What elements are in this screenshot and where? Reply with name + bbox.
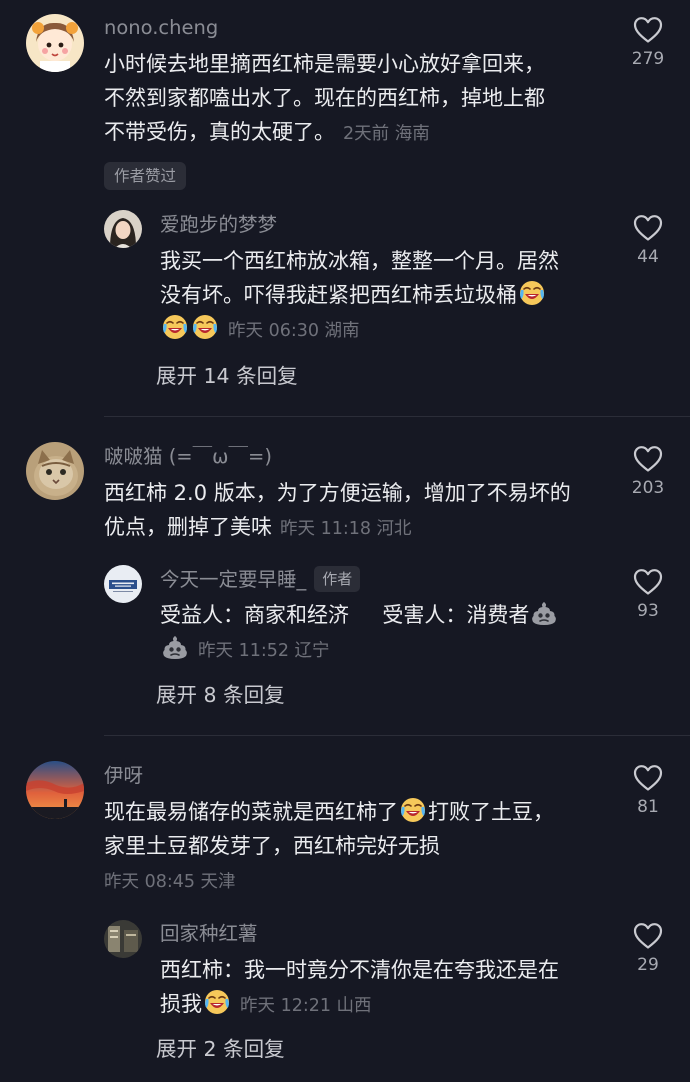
comment-meta: 昨天 11:18 河北 [280, 519, 412, 539]
avatar[interactable] [26, 14, 84, 72]
like-button[interactable]: 279 [606, 16, 690, 69]
username[interactable]: 回家种红薯 [160, 921, 258, 947]
comment-line: 打败了土豆， [428, 800, 554, 824]
username[interactable]: nono.cheng [104, 15, 218, 41]
avatar[interactable] [104, 210, 142, 248]
like-button[interactable]: 203 [606, 445, 690, 498]
reply-text: 西红柿：我一时竟分不清你是在夸我还是在 损我 昨天 12:21 山西 [160, 953, 559, 1023]
like-button[interactable]: 81 [606, 764, 690, 817]
like-count: 93 [637, 601, 659, 621]
like-button[interactable]: 44 [606, 214, 690, 267]
reply-line: 我买一个西红柿放冰箱，整整一个月。居然 [160, 249, 559, 273]
like-button[interactable]: 29 [606, 922, 690, 975]
username[interactable]: 啵啵猫 (=￣ω￣=) [104, 444, 272, 470]
reply-line: 受益人：商家和经济 受害人：消费者 [160, 603, 530, 627]
expand-replies-button[interactable]: 展开 14 条回复 [156, 361, 298, 391]
comment-meta: 2天前 海南 [343, 124, 430, 144]
avatar[interactable] [26, 761, 84, 819]
comment-line: 现在最易储存的菜就是西红柿了 [104, 800, 398, 824]
username[interactable]: 今天一定要早睡_ 作者 [160, 566, 361, 593]
divider [104, 416, 690, 417]
comment-meta: 昨天 08:45 天津 [104, 872, 236, 892]
crying-laugh-emoji-icon [191, 313, 219, 341]
comment-line: 优点，删掉了美味 [104, 515, 272, 539]
comment-line: 不然到家都嗑出水了。现在的西红柿，掉地上都 [104, 86, 545, 110]
reply-line: 损我 [160, 992, 202, 1016]
comment-line: 不带受伤，真的太硬了。 [104, 120, 335, 144]
reply-meta: 昨天 11:52 辽宁 [198, 641, 330, 661]
heart-outline-icon[interactable] [633, 764, 663, 792]
like-button[interactable]: 93 [606, 568, 690, 621]
comment-line: 西红柿 2.0 版本，为了方便运输，增加了不易坏的 [104, 481, 571, 505]
avatar[interactable] [26, 442, 84, 500]
like-count: 279 [631, 49, 665, 69]
heart-outline-icon[interactable] [633, 445, 663, 473]
comment-text: 西红柿 2.0 版本，为了方便运输，增加了不易坏的 优点，删掉了美味 昨天 11:… [104, 476, 571, 546]
crying-laugh-emoji-icon [161, 313, 189, 341]
avatar[interactable] [104, 565, 142, 603]
username[interactable]: 爱跑步的梦梦 [160, 212, 277, 238]
like-count: 203 [631, 478, 665, 498]
divider [104, 735, 690, 736]
reply-line: 没有坏。吓得我赶紧把西红柿丢垃圾桶 [160, 283, 517, 307]
grey-pile-emoji-icon [161, 633, 189, 661]
reply-text: 我买一个西红柿放冰箱，整整一个月。居然 没有坏。吓得我赶紧把西红柿丢垃圾桶 昨天… [160, 244, 559, 348]
expand-replies-button[interactable]: 展开 2 条回复 [156, 1034, 285, 1064]
author-liked-badge: 作者赞过 [104, 162, 187, 190]
reply-line: 西红柿：我一时竟分不清你是在夸我还是在 [160, 958, 559, 982]
reply-text: 受益人：商家和经济 受害人：消费者 昨天 11:52 辽宁 [160, 598, 559, 668]
username[interactable]: 伊呀 [104, 763, 143, 789]
expand-replies-button[interactable]: 展开 8 条回复 [156, 680, 285, 710]
like-count: 29 [637, 955, 659, 975]
heart-outline-icon[interactable] [633, 922, 663, 950]
grey-pile-emoji-icon [530, 599, 558, 627]
heart-outline-icon[interactable] [633, 16, 663, 44]
comment-text: 小时候去地里摘西红柿是需要小心放好拿回来， 不然到家都嗑出水了。现在的西红柿，掉… [104, 47, 545, 151]
heart-outline-icon[interactable] [633, 214, 663, 242]
reply-meta: 昨天 12:21 山西 [240, 996, 372, 1016]
author-tag: 作者 [314, 566, 361, 592]
heart-outline-icon[interactable] [633, 568, 663, 596]
username-text[interactable]: 今天一定要早睡_ [160, 568, 306, 591]
crying-laugh-emoji-icon [399, 796, 427, 824]
like-count: 81 [637, 797, 659, 817]
crying-laugh-emoji-icon [518, 279, 546, 307]
comment-line: 小时候去地里摘西红柿是需要小心放好拿回来， [104, 52, 545, 76]
comment-line: 家里土豆都发芽了，西红柿完好无损 [104, 834, 440, 858]
like-count: 44 [637, 247, 659, 267]
comment-text: 现在最易储存的菜就是西红柿了 打败了土豆， 家里土豆都发芽了，西红柿完好无损 昨天… [104, 795, 554, 899]
reply-meta: 昨天 06:30 湖南 [228, 321, 360, 341]
avatar[interactable] [104, 920, 142, 958]
crying-laugh-emoji-icon [203, 988, 231, 1016]
